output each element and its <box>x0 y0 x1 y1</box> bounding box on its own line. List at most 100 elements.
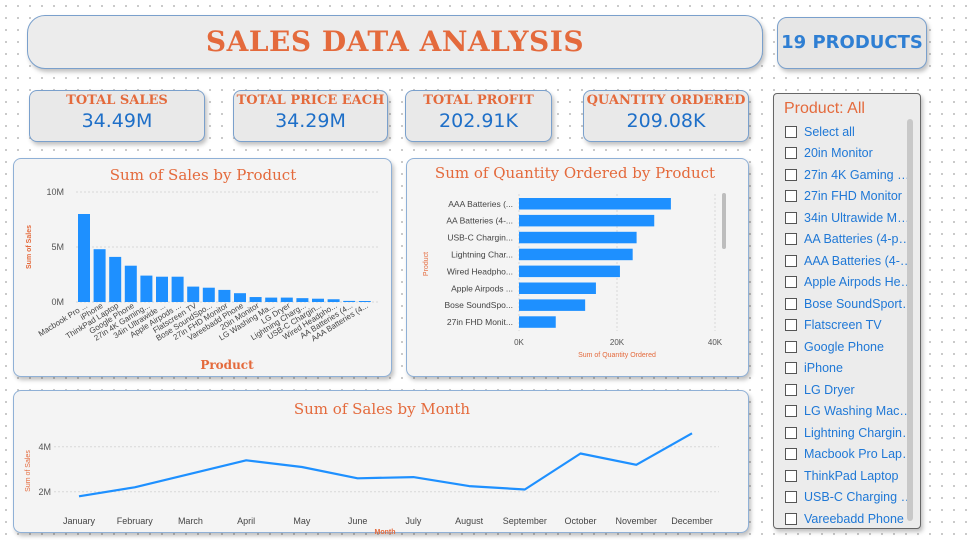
bar <box>218 289 231 302</box>
sales-by-month-chart: Sum of Sales by Month 2M 4M Sum of Sales Jan… <box>25 400 719 534</box>
slicer-checkbox[interactable] <box>785 276 797 289</box>
bar <box>519 316 556 328</box>
slicer-checkbox[interactable] <box>785 233 797 246</box>
y-tick-label: Bose SoundSpo... <box>444 300 513 310</box>
slicer-checkbox[interactable] <box>785 469 797 482</box>
slicer-item[interactable]: 34in Ultrawide Mon... <box>785 207 915 229</box>
slicer-checkbox[interactable] <box>785 448 797 461</box>
slicer-item-label: iPhone <box>804 361 843 376</box>
sales-by-product-panel[interactable]: Sum of Sales by Product 0M 5M 10M Sum of Sal… <box>13 158 392 377</box>
slicer-checkbox[interactable] <box>785 512 797 525</box>
slicer-checkbox[interactable] <box>785 168 797 181</box>
slicer-list: Select all 20in Monitor 27in 4K Gaming Mo.… <box>785 121 915 530</box>
x-tick-label: October <box>565 516 597 526</box>
slicer-item-label: Flatscreen TV <box>804 318 882 333</box>
slicer-checkbox[interactable] <box>785 125 797 138</box>
slicer-checkbox[interactable] <box>785 297 797 310</box>
slicer-checkbox[interactable] <box>785 211 797 224</box>
bar <box>156 276 168 302</box>
sales-by-month-panel[interactable]: Sum of Sales by Month 2M 4M Sum of Sales Jan… <box>13 390 749 534</box>
slicer-item-label: AAA Batteries (4-pa... <box>804 253 915 268</box>
chart-title: Sum of Quantity Ordered by Product <box>435 164 715 182</box>
slicer-checkbox[interactable] <box>785 383 797 396</box>
slicer-checkbox[interactable] <box>785 426 797 439</box>
title-card: SALES DATA ANALYSIS <box>27 15 763 69</box>
bar <box>202 287 215 302</box>
slicer-item[interactable]: 27in FHD Monitor <box>785 186 915 208</box>
x-axis-label: Sum of Quantity Ordered <box>578 352 656 359</box>
slicer-checkbox[interactable] <box>785 147 797 160</box>
slicer-scrollbar[interactable] <box>907 119 913 521</box>
x-tick-label: May <box>293 516 311 526</box>
bar <box>78 214 90 302</box>
slicer-item-label: Select all <box>804 124 855 139</box>
slicer-item[interactable]: 20in Monitor <box>785 143 915 165</box>
slicer-item[interactable]: Vareebadd Phone <box>785 508 915 530</box>
x-tick-label: July <box>405 516 422 526</box>
y-axis-label: Product <box>423 252 430 276</box>
kpi-label: TOTAL SALES <box>66 93 168 108</box>
kpi-total-sales: TOTAL SALES 34.49M <box>29 90 205 142</box>
kpi-value: 209.08K <box>626 110 706 132</box>
kpi-label: TOTAL PROFIT <box>423 93 534 108</box>
page-title: SALES DATA ANALYSIS <box>205 25 585 58</box>
slicer-item-label: 27in FHD Monitor <box>804 189 902 204</box>
y-tick-label: AA Batteries (4-... <box>446 216 513 226</box>
y-tick-label: USB-C Chargin... <box>447 233 513 243</box>
x-tick-label: March <box>178 516 203 526</box>
slicer-checkbox[interactable] <box>785 319 797 332</box>
bar <box>93 249 106 302</box>
chart-title: Sum of Sales by Month <box>294 400 471 418</box>
slicer-item-label: LG Dryer <box>804 382 855 397</box>
slicer-checkbox[interactable] <box>785 405 797 418</box>
slicer-item[interactable]: ThinkPad Laptop <box>785 465 915 487</box>
bar <box>519 214 655 227</box>
slicer-item[interactable]: LG Dryer <box>785 379 915 401</box>
bar <box>519 282 596 294</box>
bar <box>124 265 137 302</box>
slicer-item[interactable]: AAA Batteries (4-pa... <box>785 250 915 272</box>
y-tick-label: 27in FHD Monit... <box>447 317 513 327</box>
slicer-item-label: Macbook Pro Laptop <box>804 447 915 462</box>
y-tick-label: Wired Headpho... <box>447 266 513 276</box>
kpi-label: QUANTITY ORDERED <box>586 93 746 108</box>
slicer-item[interactable]: Apple Airpods Hea... <box>785 272 915 294</box>
chart-title: Sum of Sales by Product <box>110 166 296 184</box>
slicer-item[interactable]: AA Batteries (4-pack) <box>785 229 915 251</box>
x-tick-label: April <box>237 516 255 526</box>
bar <box>519 248 633 261</box>
slicer-checkbox[interactable] <box>785 491 797 504</box>
slicer-checkbox[interactable] <box>785 362 797 375</box>
quantity-by-product-panel[interactable]: Sum of Quantity Ordered by Product 0K 20K 4… <box>406 158 749 377</box>
slicer-item[interactable]: USB-C Charging Ca... <box>785 487 915 509</box>
slicer-item-label: 34in Ultrawide Mon... <box>804 210 915 225</box>
slicer-item[interactable]: LG Washing Machine <box>785 401 915 423</box>
slicer-item[interactable]: Lightning Charging ... <box>785 422 915 444</box>
x-tick-label: February <box>117 516 154 526</box>
slicer-item[interactable]: Macbook Pro Laptop <box>785 444 915 466</box>
slicer-item[interactable]: 27in 4K Gaming Mo... <box>785 164 915 186</box>
product-count: 19 PRODUCTS <box>781 32 923 53</box>
slicer-item[interactable]: Select all <box>785 121 915 143</box>
product-slicer[interactable]: Product: All Select all 20in Monitor 27in … <box>773 93 921 529</box>
x-axis-label: Product <box>200 358 254 372</box>
slicer-item-label: 27in 4K Gaming Mo... <box>804 167 915 182</box>
quantity-by-product-chart: Sum of Quantity Ordered by Product 0K 20K 4… <box>423 164 726 359</box>
slicer-item-label: LG Washing Machine <box>804 404 915 419</box>
kpi-label: TOTAL PRICE EACH <box>236 93 385 108</box>
slicer-item[interactable]: iPhone <box>785 358 915 380</box>
scrollbar-thumb <box>722 193 726 249</box>
slicer-checkbox[interactable] <box>785 340 797 353</box>
slicer-item[interactable]: Bose SoundSport H... <box>785 293 915 315</box>
slicer-item-label: 20in Monitor <box>804 146 873 161</box>
kpi-total-profit: TOTAL PROFIT 202.91K <box>405 90 552 142</box>
slicer-checkbox[interactable] <box>785 190 797 203</box>
slicer-checkbox[interactable] <box>785 254 797 267</box>
slicer-item-label: ThinkPad Laptop <box>804 468 899 483</box>
y-tick-label: Apple Airpods ... <box>451 283 513 293</box>
bar <box>140 275 153 302</box>
slicer-item[interactable]: Google Phone <box>785 336 915 358</box>
slicer-item[interactable]: Flatscreen TV <box>785 315 915 337</box>
y-axis-label: Sum of Sales <box>26 225 33 269</box>
x-axis-label: Month <box>375 529 396 534</box>
